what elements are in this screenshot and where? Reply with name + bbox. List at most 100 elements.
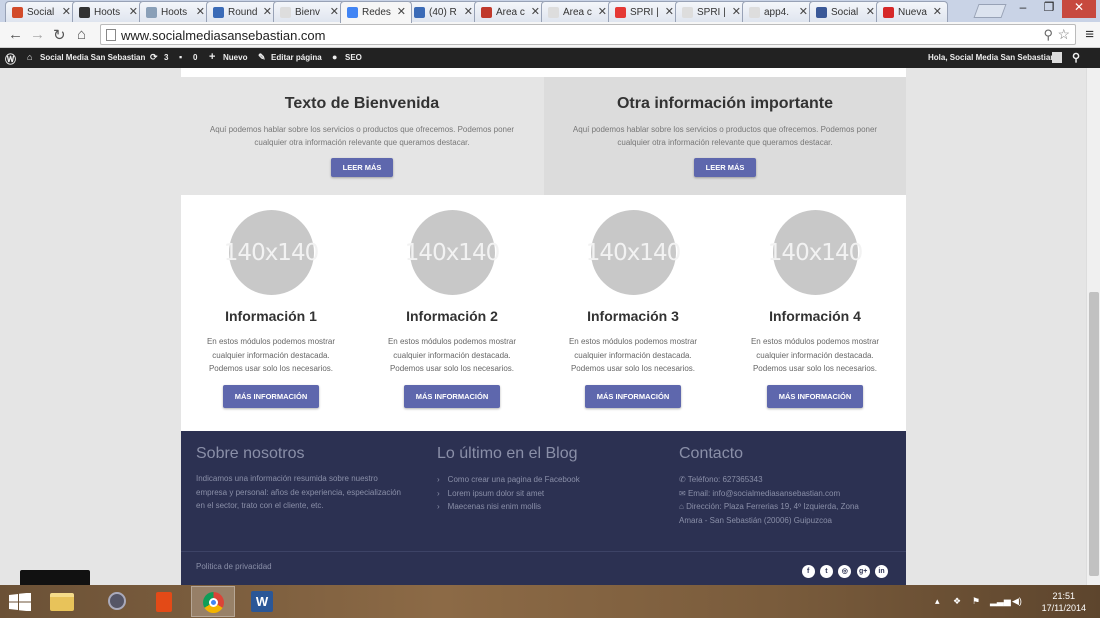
address-bar[interactable]: www.socialmediasansebastian.com ⚲ ☆ — [100, 24, 1076, 45]
close-tab-icon[interactable]: ✕ — [933, 5, 942, 18]
close-tab-icon[interactable]: ✕ — [464, 5, 473, 18]
system-clock[interactable]: 21:51 17/11/2014 — [1042, 590, 1086, 614]
instagram-icon[interactable]: ◎ — [838, 565, 852, 578]
new-link[interactable]: Nuevo — [223, 53, 247, 62]
pencil-icon[interactable]: ✎ — [258, 52, 266, 63]
more-info-button[interactable]: MÁS INFORMACIÓN — [766, 384, 864, 408]
minimize-button[interactable]: – — [1010, 0, 1036, 18]
close-tab-icon[interactable]: ✕ — [665, 5, 674, 18]
greeting-link[interactable]: Hola, Social Media San Sebastian — [928, 53, 1055, 62]
welcome-title: Texto de Bienvenida — [284, 95, 440, 112]
search-icon[interactable]: ⚲ — [1043, 27, 1053, 43]
blog-post-link[interactable]: › Como crear una pagina de Facebook — [437, 473, 667, 487]
home-icon[interactable]: ⌂ — [77, 26, 86, 43]
tab-label: Hoots — [161, 7, 188, 18]
close-tab-icon[interactable]: ✕ — [263, 5, 272, 18]
read-more-button[interactable]: LEER MÁS — [330, 158, 394, 177]
contact-email[interactable]: ✉ Email: info@socialmediasansebastian.co… — [679, 487, 884, 501]
floating-widget[interactable] — [20, 570, 90, 585]
comments-icon[interactable]: ▪ — [179, 52, 182, 62]
close-tab-icon[interactable]: ✕ — [598, 5, 607, 18]
features-section: 140x140 Información 1 En estos módulos p… — [181, 195, 906, 431]
plus-icon[interactable]: + — [209, 51, 215, 63]
favicon-icon — [347, 7, 358, 18]
more-info-button[interactable]: MÁS INFORMACIÓN — [584, 384, 682, 408]
close-tab-icon[interactable]: ✕ — [397, 5, 406, 18]
forward-icon[interactable]: → — [30, 26, 45, 43]
close-tab-icon[interactable]: ✕ — [62, 5, 71, 18]
placeholder-image: 140x140 — [405, 210, 500, 295]
office-icon[interactable] — [142, 586, 186, 617]
home-icon: ⌂ — [679, 502, 687, 511]
browser-tab[interactable]: Bienv ✕ — [273, 1, 345, 22]
flag-icon[interactable]: ⚑ — [972, 596, 980, 607]
blog-post-link[interactable]: › Lorem ipsum dolor sit amet — [437, 487, 667, 501]
privacy-link[interactable]: Politica de privacidad — [196, 562, 272, 571]
menu-icon[interactable]: ≡ — [1085, 26, 1094, 43]
facebook-icon[interactable]: f — [801, 565, 815, 578]
site-name-link[interactable]: Social Media San Sebastian — [40, 53, 145, 62]
browser-tab[interactable]: SPRI | ✕ — [608, 1, 680, 22]
reload-icon[interactable]: ↻ — [53, 26, 66, 44]
network-icon[interactable]: ❖ — [953, 596, 961, 607]
file-explorer-icon[interactable] — [40, 586, 84, 617]
browser-tab[interactable]: app4. ✕ — [742, 1, 814, 22]
app-icon[interactable] — [96, 586, 140, 617]
windows-start-icon[interactable] — [9, 593, 31, 611]
signal-icon[interactable]: ▂▃▅ — [990, 596, 1011, 607]
word-icon[interactable]: W — [240, 586, 284, 617]
browser-tab[interactable]: Social ✕ — [5, 1, 77, 22]
close-tab-icon[interactable]: ✕ — [799, 5, 808, 18]
close-tab-icon[interactable]: ✕ — [531, 5, 540, 18]
close-tab-icon[interactable]: ✕ — [866, 5, 875, 18]
comments-count[interactable]: 0 — [193, 53, 197, 62]
browser-tab[interactable]: Área c ✕ — [541, 1, 613, 22]
bookmark-star-icon[interactable]: ☆ — [1057, 26, 1070, 43]
linkedin-icon[interactable]: in — [875, 565, 888, 578]
show-hidden-icons[interactable]: ▴ — [935, 596, 940, 607]
more-info-button[interactable]: MÁS INFORMACIÓN — [222, 384, 320, 408]
scrollbar[interactable] — [1086, 68, 1100, 585]
more-info-button[interactable]: MÁS INFORMACIÓN — [403, 384, 501, 408]
close-tab-icon[interactable]: ✕ — [732, 5, 741, 18]
close-tab-icon[interactable]: ✕ — [129, 5, 138, 18]
close-tab-icon[interactable]: ✕ — [196, 5, 205, 18]
blog-list: › Como crear una pagina de Facebook › Lore… — [437, 473, 667, 514]
feature-text: En estos módulos podemos mostrar cualqui… — [206, 337, 336, 373]
back-icon[interactable]: ← — [8, 26, 23, 43]
close-tab-icon[interactable]: ✕ — [330, 5, 339, 18]
browser-tab[interactable]: Área c ✕ — [474, 1, 546, 22]
chevron-right-icon: › — [437, 488, 440, 498]
browser-tab[interactable]: Nueva ✕ — [876, 1, 948, 22]
envelope-icon: ✉ — [679, 488, 688, 498]
browser-tab[interactable]: SPRI | ✕ — [675, 1, 747, 22]
browser-tab[interactable]: Redes ✕ — [340, 1, 412, 23]
wordpress-icon[interactable]: Ⓦ — [5, 51, 16, 67]
updates-count[interactable]: 3 — [164, 53, 168, 62]
maximize-button[interactable]: ❐ — [1036, 0, 1062, 18]
read-more-button[interactable]: LEER MÁS — [693, 158, 757, 177]
scrollbar-thumb[interactable] — [1089, 292, 1099, 576]
browser-tab[interactable]: Social ✕ — [809, 1, 881, 22]
browser-tab[interactable]: Hoots ✕ — [139, 1, 211, 22]
chrome-icon[interactable] — [191, 586, 235, 617]
new-tab-button[interactable] — [973, 4, 1007, 18]
feature-text: En estos módulos podemos mostrar cualqui… — [387, 337, 517, 373]
browser-tab[interactable]: (40) R ✕ — [407, 1, 479, 22]
edit-page-link[interactable]: Editar página — [271, 53, 322, 62]
wp-admin-bar: Ⓦ ⌂ Social Media San Sebastian ⟳ 3 ▪ 0 +… — [0, 48, 1100, 68]
updates-icon[interactable]: ⟳ — [150, 52, 158, 63]
url-text[interactable]: www.socialmediasansebastian.com — [121, 28, 325, 43]
search-icon[interactable]: ⚲ — [1072, 51, 1080, 64]
avatar[interactable] — [1052, 52, 1062, 63]
chevron-right-icon: › — [437, 475, 440, 484]
blog-post-link[interactable]: › Maecenas nisi enim mollis — [437, 500, 667, 514]
google-plus-icon[interactable]: g+ — [856, 565, 870, 578]
seo-link[interactable]: SEO — [345, 53, 362, 62]
twitter-icon[interactable]: t — [819, 565, 833, 578]
seo-status-icon[interactable]: ● — [332, 52, 337, 62]
close-window-button[interactable]: ✕ — [1062, 0, 1096, 18]
volume-icon[interactable]: ◀) — [1012, 596, 1022, 607]
browser-tab[interactable]: Hoots ✕ — [72, 1, 144, 22]
browser-tab[interactable]: Round ✕ — [206, 1, 278, 22]
